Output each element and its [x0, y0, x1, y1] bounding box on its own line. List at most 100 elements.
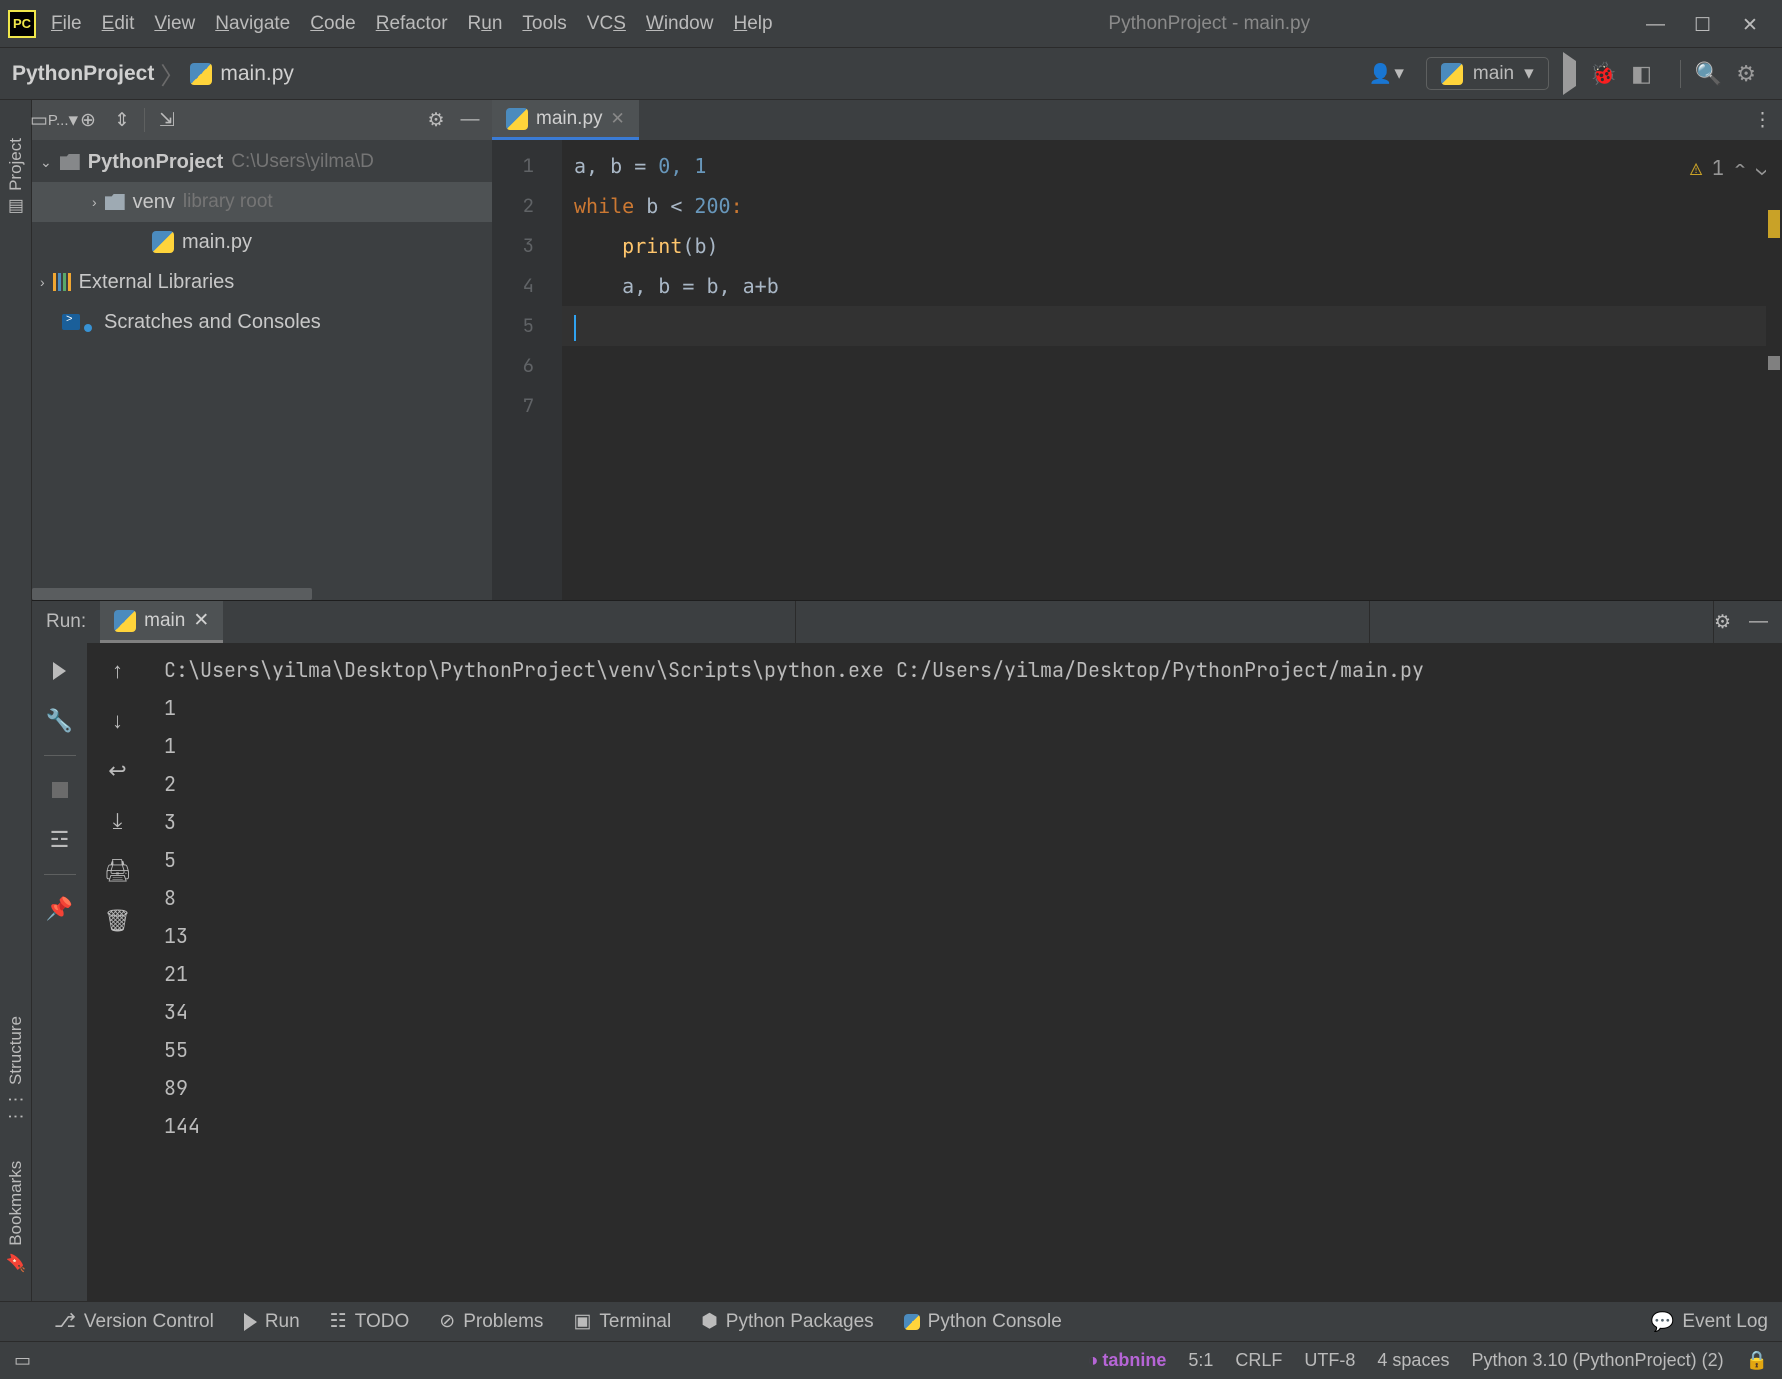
breadcrumb-file[interactable]: main.py [190, 62, 294, 86]
editor-area: main.py ✕ ⋮ 1 2 3 4 5 6 7 [492, 100, 1782, 600]
console-line: 1 [164, 695, 176, 721]
folder-icon: ▤ [6, 197, 26, 217]
scroll-to-end-button[interactable]: ⤓ [102, 805, 134, 837]
left-tool-strip: ▤ Project ⋮⋮ Structure 🔖 Bookmarks [0, 100, 32, 1301]
maximize-icon[interactable]: ☐ [1694, 14, 1714, 34]
lock-icon[interactable]: 🔒 [1746, 1350, 1768, 1371]
minimize-panel-icon[interactable]: — [1749, 611, 1768, 633]
cursor-position[interactable]: 5:1 [1188, 1350, 1213, 1371]
console-line: 55 [164, 1037, 188, 1063]
todo-tab[interactable]: ☷TODO [330, 1310, 410, 1333]
editor-menu-icon[interactable]: ⋮ [1753, 109, 1782, 132]
rerun-button[interactable] [44, 655, 76, 687]
titlebar: PC File Edit View Navigate Code Refactor… [0, 0, 1782, 48]
minimize-panel-button[interactable]: — [454, 104, 486, 136]
bookmarks-tool-tab[interactable]: 🔖 Bookmarks [6, 1153, 26, 1281]
line-separator[interactable]: CRLF [1235, 1350, 1282, 1371]
close-tab-icon[interactable]: ✕ [193, 609, 209, 632]
problems-tab[interactable]: ⊘Problems [439, 1310, 543, 1333]
scrollbar-info-marker[interactable] [1768, 356, 1780, 370]
tree-root-row[interactable]: ⌄ PythonProject C:\Users\yilma\D [32, 142, 492, 182]
menu-vcs[interactable]: VCS [587, 13, 626, 35]
separator [44, 874, 76, 875]
project-tool-tab[interactable]: ▤ Project [6, 130, 26, 225]
editor-body[interactable]: 1 2 3 4 5 6 7 a, b = 0, 1 while b < 200:… [492, 140, 1782, 600]
user-dropdown[interactable]: 👤 ▾ [1361, 58, 1412, 90]
menu-refactor[interactable]: Refactor [376, 13, 448, 35]
scrollbar-thumb[interactable] [32, 588, 312, 600]
separator [144, 108, 145, 132]
tree-extlib-row[interactable]: › External Libraries [32, 262, 492, 302]
coverage-button[interactable]: ◧ [1631, 61, 1652, 87]
menu-view[interactable]: View [154, 13, 195, 35]
minimize-icon[interactable]: — [1646, 14, 1666, 34]
soft-wrap-button[interactable]: ↩ [102, 755, 134, 787]
caret-down-icon: ▾ [1394, 62, 1404, 85]
editor-tab-main[interactable]: main.py ✕ [492, 100, 639, 140]
menu-edit[interactable]: Edit [102, 13, 135, 35]
close-icon[interactable]: ✕ [1742, 14, 1762, 34]
pin-tab-button[interactable]: 📌 [44, 893, 76, 925]
indent-settings[interactable]: 4 spaces [1377, 1350, 1449, 1371]
run-config-selector[interactable]: main ▾ [1426, 57, 1549, 90]
debug-button[interactable]: 🐞 [1590, 61, 1617, 87]
menu-help[interactable]: Help [733, 13, 772, 35]
tree-file-row[interactable]: main.py [32, 222, 492, 262]
breadcrumb-root[interactable]: PythonProject [12, 62, 154, 86]
layout-button[interactable]: ☲ [44, 824, 76, 856]
separator [44, 755, 76, 756]
tabnine-widget[interactable]: ◑tabnine [1087, 1350, 1166, 1371]
code-content[interactable]: a, b = 0, 1 while b < 200: print(b) a, b… [562, 140, 1782, 600]
console-output[interactable]: C:\Users\yilma\Desktop\PythonProject\ven… [148, 643, 1782, 1301]
interpreter-widget[interactable]: Python 3.10 (PythonProject) (2) [1471, 1350, 1723, 1371]
python-icon [1441, 63, 1463, 85]
print-button[interactable]: 🖨 [102, 855, 134, 887]
version-control-tab[interactable]: ⎇Version Control [54, 1310, 214, 1333]
project-h-scrollbar[interactable] [32, 588, 492, 600]
collapse-all-button[interactable]: ⇲ [151, 104, 183, 136]
menu-tools[interactable]: Tools [522, 13, 566, 35]
menu-code[interactable]: Code [310, 13, 355, 35]
titlebar-title: PythonProject - main.py [773, 13, 1646, 35]
structure-tab-label: Structure [6, 1016, 26, 1085]
chevron-right-icon: 〉 [160, 56, 184, 91]
settings-icon[interactable]: ⚙ [1714, 611, 1731, 634]
tree-venv-row[interactable]: › venv library root [32, 182, 492, 222]
event-log-tab[interactable]: 💬Event Log [1651, 1310, 1768, 1334]
file-encoding[interactable]: UTF-8 [1304, 1350, 1355, 1371]
editor-tab-label: main.py [536, 108, 603, 130]
tree-file-label: main.py [182, 231, 252, 254]
python-packages-tab[interactable]: ⬢Python Packages [701, 1310, 873, 1333]
stop-run-button[interactable] [44, 774, 76, 806]
console-line: 5 [164, 847, 176, 873]
menu-file[interactable]: File [51, 13, 82, 35]
tree-scratches-row[interactable]: Scratches and Consoles [32, 302, 492, 342]
settings-button[interactable]: ⚙ [1736, 61, 1756, 87]
run-tab[interactable]: Run [244, 1311, 300, 1333]
run-button[interactable] [1563, 61, 1576, 87]
up-stack-button[interactable]: ↑ [102, 655, 134, 687]
modify-run-config-button[interactable]: 🔧 [44, 705, 76, 737]
line-number: 5 [492, 306, 562, 346]
python-console-tab[interactable]: Python Console [904, 1311, 1062, 1333]
problems-label: Problems [463, 1311, 543, 1333]
tool-windows-button[interactable]: ▭ [14, 1350, 31, 1371]
menu-navigate[interactable]: Navigate [215, 13, 290, 35]
clock-badge-icon [84, 324, 92, 332]
line-number: 6 [492, 346, 562, 386]
structure-tool-tab[interactable]: ⋮⋮ Structure [6, 1008, 26, 1133]
clear-all-button[interactable]: 🗑 [102, 905, 134, 937]
close-tab-icon[interactable]: ✕ [611, 109, 625, 129]
menu-window[interactable]: Window [646, 13, 714, 35]
search-button[interactable]: 🔍 [1695, 61, 1722, 87]
menu-run[interactable]: Run [468, 13, 503, 35]
code-op: = [682, 274, 694, 298]
locate-button[interactable]: ⊕ [72, 104, 104, 136]
pycon-label: Python Console [928, 1311, 1062, 1333]
expand-all-button[interactable]: ⇕ [106, 104, 138, 136]
run-tab[interactable]: main ✕ [100, 601, 223, 643]
terminal-tab[interactable]: ▣Terminal [573, 1310, 671, 1333]
settings-icon[interactable]: ⚙ [420, 104, 452, 136]
down-stack-button[interactable]: ↓ [102, 705, 134, 737]
select-view-button[interactable]: ▭ P...▾ [38, 104, 70, 136]
